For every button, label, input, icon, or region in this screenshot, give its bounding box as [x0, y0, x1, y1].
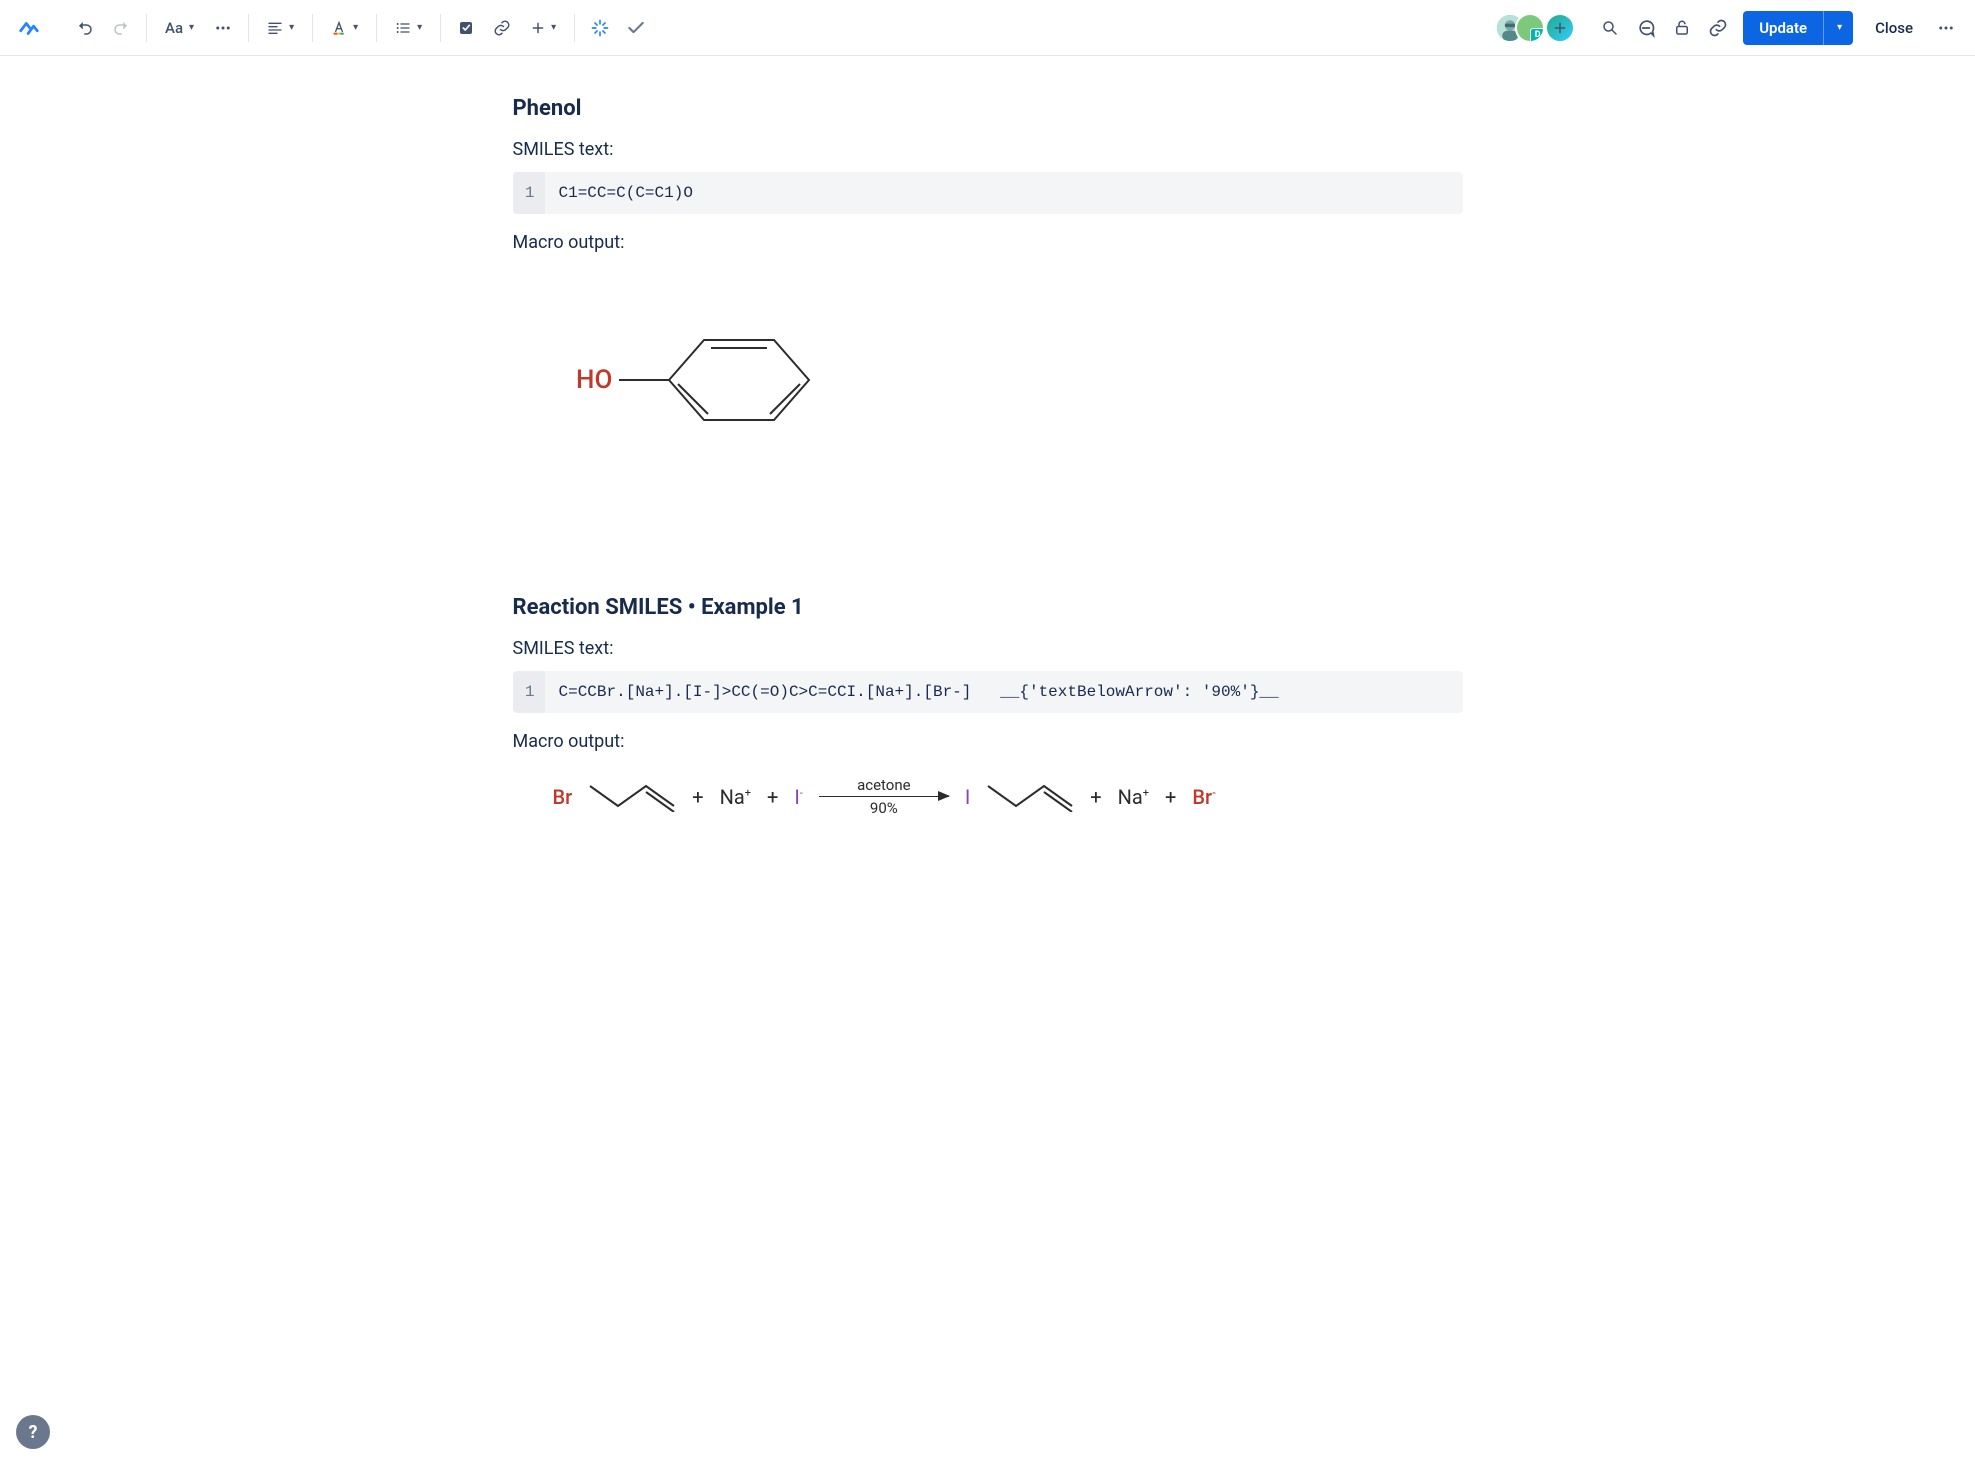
redo-button[interactable] [104, 11, 138, 45]
action-item-button[interactable] [449, 11, 483, 45]
toolbar-divider [376, 14, 377, 42]
help-button[interactable]: ? [16, 1415, 50, 1449]
toolbar-divider [312, 14, 313, 42]
chevron-down-icon: ▾ [353, 22, 358, 33]
allyl-skeleton-icon [588, 782, 676, 812]
toolbar-divider [440, 14, 441, 42]
update-dropdown[interactable]: ▾ [1823, 11, 1853, 45]
section-heading: Phenol [513, 96, 1463, 121]
chevron-down-icon: ▾ [289, 22, 294, 33]
collaborators: D [1495, 13, 1575, 43]
update-button-group: Update ▾ [1743, 11, 1853, 45]
iodide-label: I- [794, 785, 803, 809]
sodium-label: Na+ [720, 785, 751, 809]
plus-symbol: + [767, 785, 778, 809]
chevron-down-icon: ▾ [551, 22, 556, 33]
comments-button[interactable] [1629, 11, 1663, 45]
code-block[interactable]: 1 C1=CC=C(C=C1)O [513, 172, 1463, 214]
resolve-check-button[interactable] [619, 11, 653, 45]
list-dropdown[interactable]: ▾ [385, 11, 432, 45]
plus-symbol: + [692, 785, 703, 809]
toolbar-divider [146, 14, 147, 42]
arrow-below-text: 90% [870, 799, 898, 817]
toolbar-divider [574, 14, 575, 42]
product-i-label: I [965, 785, 970, 809]
plus-symbol: + [1090, 785, 1101, 809]
molecule-render-phenol: HO [513, 265, 1463, 525]
smiles-label: SMILES text: [513, 139, 1463, 160]
arrow-above-text: acetone [857, 776, 911, 794]
app-logo[interactable] [12, 11, 46, 45]
ai-button[interactable] [583, 11, 617, 45]
text-styles-label: Aa [165, 19, 183, 37]
text-color-dropdown[interactable]: ▾ [321, 11, 368, 45]
reaction-arrow: acetone 90% [819, 776, 949, 817]
reaction-render: Br + Na+ + I- acetone 90% I + Na+ + Br- [513, 776, 1463, 817]
editor-toolbar: Aa ▾ ▾ ▾ ▾ ▾ [0, 0, 1975, 56]
macro-output-label: Macro output: [513, 232, 1463, 253]
editor-content[interactable]: Phenol SMILES text: 1 C1=CC=C(C=C1)O Mac… [493, 56, 1483, 937]
avatar-user-2[interactable]: D [1515, 13, 1545, 43]
code-block[interactable]: 1 C=CCBr.[Na+].[I-]>CC(=O)C>C=CCI.[Na+].… [513, 671, 1463, 713]
more-formatting-button[interactable] [206, 11, 240, 45]
product-br-label: Br- [1192, 785, 1215, 809]
code-content: C1=CC=C(C=C1)O [545, 172, 1463, 214]
code-line-number: 1 [513, 172, 545, 214]
undo-button[interactable] [68, 11, 102, 45]
reagent-br-label: Br [553, 785, 573, 809]
plus-symbol: + [1165, 785, 1176, 809]
find-button[interactable] [1593, 11, 1627, 45]
chevron-down-icon: ▾ [417, 22, 422, 33]
smiles-label: SMILES text: [513, 638, 1463, 659]
update-button[interactable]: Update [1743, 11, 1823, 45]
chevron-down-icon: ▾ [189, 22, 194, 33]
more-actions-button[interactable] [1929, 11, 1963, 45]
invite-button[interactable] [1545, 13, 1575, 43]
insert-dropdown[interactable]: ▾ [521, 11, 566, 45]
allyl-skeleton-icon [986, 782, 1074, 812]
hydroxyl-label: HO [576, 365, 612, 395]
avatar-initial: D [1530, 28, 1545, 43]
close-button[interactable]: Close [1861, 11, 1927, 45]
copy-link-button[interactable] [1701, 11, 1735, 45]
arrow-icon [819, 796, 949, 797]
link-button[interactable] [485, 11, 519, 45]
macro-output-label: Macro output: [513, 731, 1463, 752]
code-line-number: 1 [513, 671, 545, 713]
section-heading: Reaction SMILES • Example 1 [513, 595, 1463, 620]
toolbar-divider [248, 14, 249, 42]
code-content: C=CCBr.[Na+].[I-]>CC(=O)C>C=CCI.[Na+].[B… [545, 671, 1463, 713]
alignment-dropdown[interactable]: ▾ [257, 11, 304, 45]
chevron-down-icon: ▾ [1837, 22, 1842, 33]
lock-button[interactable] [1665, 11, 1699, 45]
text-styles-dropdown[interactable]: Aa ▾ [155, 11, 204, 45]
sodium-label: Na+ [1118, 785, 1149, 809]
